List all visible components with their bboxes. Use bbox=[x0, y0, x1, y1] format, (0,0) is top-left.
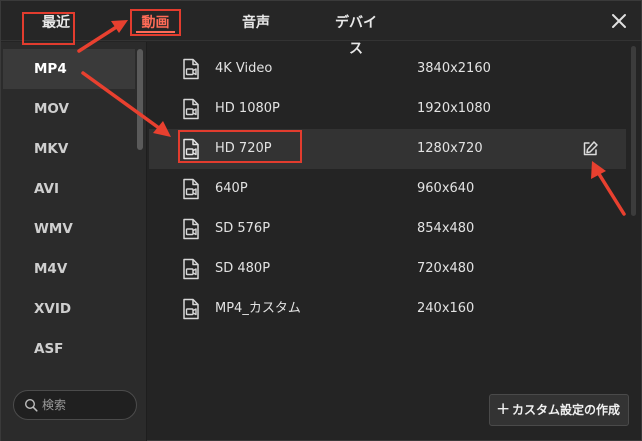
preset-row-selected[interactable]: HD 720P 1280x720 bbox=[149, 129, 626, 169]
format-item-mp4[interactable]: MP4 bbox=[3, 49, 135, 89]
video-file-icon bbox=[183, 218, 199, 240]
preset-resolution: 240x160 bbox=[417, 301, 475, 316]
preset-resolution: 720x480 bbox=[417, 261, 475, 276]
sidebar-scrollbar[interactable] bbox=[137, 49, 143, 150]
preset-name: SD 576P bbox=[215, 221, 271, 236]
tab-bar: 最近 動画 音声 デバイス bbox=[1, 1, 641, 57]
format-item-m4v[interactable]: M4V bbox=[3, 249, 135, 289]
preset-resolution: 3840x2160 bbox=[417, 61, 491, 76]
preset-name: HD 1080P bbox=[215, 101, 280, 116]
preset-row[interactable]: 4K Video 3840x2160 bbox=[149, 49, 626, 89]
video-file-icon bbox=[183, 258, 199, 280]
preset-name: 4K Video bbox=[215, 61, 273, 76]
search-input[interactable] bbox=[42, 396, 130, 414]
tab-recent[interactable]: 最近 bbox=[39, 10, 73, 36]
create-custom-label: カスタム設定の作成 bbox=[512, 403, 621, 417]
preset-name: HD 720P bbox=[215, 141, 272, 156]
video-file-icon bbox=[183, 138, 199, 160]
video-file-icon bbox=[183, 178, 199, 200]
preset-row[interactable]: HD 1080P 1920x1080 bbox=[149, 89, 626, 129]
create-custom-button[interactable]: + カスタム設定の作成 bbox=[489, 394, 629, 426]
video-file-icon bbox=[183, 298, 199, 320]
format-item-xvid[interactable]: XVID bbox=[3, 289, 135, 329]
format-item-wmv[interactable]: WMV bbox=[3, 209, 135, 249]
preset-resolution: 1920x1080 bbox=[417, 101, 491, 116]
search-box[interactable] bbox=[13, 390, 137, 420]
preset-row[interactable]: SD 480P 720x480 bbox=[149, 249, 626, 289]
format-item-asf[interactable]: ASF bbox=[3, 329, 135, 369]
preset-row[interactable]: 640P 960x640 bbox=[149, 169, 626, 209]
format-item-mov[interactable]: MOV bbox=[3, 89, 135, 129]
edit-icon[interactable] bbox=[581, 140, 599, 158]
video-file-icon bbox=[183, 98, 199, 120]
tab-device[interactable]: デバイス bbox=[333, 10, 379, 57]
format-item-mkv[interactable]: MKV bbox=[3, 129, 135, 169]
tab-audio[interactable]: 音声 bbox=[242, 10, 270, 36]
plus-icon: + bbox=[496, 399, 511, 419]
preset-name: MP4_カスタム bbox=[215, 301, 301, 316]
preset-resolution: 960x640 bbox=[417, 181, 475, 196]
format-item-avi[interactable]: AVI bbox=[3, 169, 135, 209]
preset-row[interactable]: MP4_カスタム 240x160 bbox=[149, 289, 626, 329]
search-icon bbox=[24, 398, 38, 412]
preset-name: 640P bbox=[215, 181, 248, 196]
preset-resolution: 854x480 bbox=[417, 221, 475, 236]
format-dialog: 最近 動画 音声 デバイス MP4 MOV MKV AVI WMV M4V XV… bbox=[0, 0, 642, 441]
format-sidebar: MP4 MOV MKV AVI WMV M4V XVID ASF bbox=[1, 42, 147, 441]
preset-scrollbar[interactable] bbox=[631, 46, 636, 216]
tab-video[interactable]: 動画 bbox=[130, 9, 181, 36]
preset-row[interactable]: SD 576P 854x480 bbox=[149, 209, 626, 249]
preset-name: SD 480P bbox=[215, 261, 271, 276]
close-icon[interactable] bbox=[609, 11, 629, 31]
video-file-icon bbox=[183, 58, 199, 80]
preset-resolution: 1280x720 bbox=[417, 141, 483, 156]
